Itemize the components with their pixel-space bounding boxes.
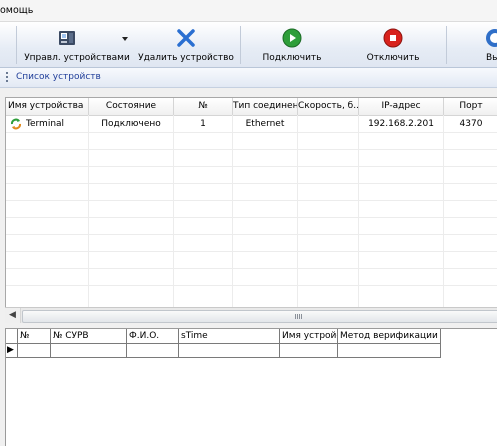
grid-divider [6, 183, 497, 184]
grid-divider [297, 115, 298, 308]
current-row-indicator[interactable]: ▶ [6, 344, 18, 358]
table-cell[interactable] [127, 344, 179, 358]
grid-divider [6, 200, 497, 201]
toolbar: Управл. устройствами Удалить устройство … [0, 22, 497, 68]
cell-device-name: Terminal [26, 119, 65, 129]
disconnect-label: Отключить [366, 53, 420, 63]
device-manager-icon [58, 28, 78, 48]
column-header-verification-method[interactable]: Метод верификации [338, 329, 441, 344]
column-header-number[interactable]: № [174, 98, 233, 116]
column-header-connection-type[interactable]: Тип соединен... [233, 98, 298, 116]
device-manager-button[interactable]: Управл. устройствами [18, 22, 136, 67]
delete-x-icon [176, 28, 196, 48]
column-header-surv-number[interactable]: № СУРВ [51, 329, 127, 344]
grid-divider [6, 234, 497, 235]
column-header-stime[interactable]: sTime [179, 329, 280, 344]
table-cell[interactable] [179, 344, 280, 358]
table-row[interactable]: Terminal Подключено 1 Ethernet 192.168.2… [6, 116, 497, 132]
toolbar-separator [240, 26, 241, 64]
grid-divider [6, 251, 497, 252]
exit-button[interactable]: Вы [478, 22, 497, 67]
column-header-full-name[interactable]: Ф.И.О. [127, 329, 179, 344]
disconnect-button[interactable]: Отключить [348, 22, 438, 67]
horizontal-scrollbar[interactable]: ◀ [5, 307, 497, 323]
grid-divider [6, 149, 497, 150]
connect-button[interactable]: Подключить [248, 22, 336, 67]
scrollbar-thumb[interactable] [22, 310, 497, 323]
column-header-device-name[interactable]: Имя устройства [6, 98, 89, 116]
device-manager-label: Управл. устройствами [24, 53, 130, 63]
device-list-title: Список устройств [16, 72, 101, 82]
grid-divider [88, 115, 89, 308]
grid-divider [6, 268, 497, 269]
table-cell[interactable] [280, 344, 338, 358]
delete-device-button[interactable]: Удалить устройство [136, 22, 236, 67]
play-green-icon [282, 28, 302, 48]
cell-speed [298, 116, 358, 132]
stop-red-icon [383, 28, 403, 48]
column-header-ip[interactable]: IP-адрес [359, 98, 444, 116]
cell-number: 1 [200, 119, 206, 129]
cell-port: 4370 [459, 119, 483, 129]
menu-bar: омощь [0, 0, 497, 22]
row-pointer-icon: ▶ [7, 345, 14, 355]
chevron-down-icon [122, 37, 128, 41]
device-list-header: Список устройств [0, 68, 497, 88]
delete-device-label: Удалить устройство [138, 53, 234, 63]
connect-label: Подключить [262, 53, 322, 63]
grid-divider [6, 132, 497, 133]
cell-ip: 192.168.2.201 [368, 119, 434, 129]
table-cell[interactable] [338, 344, 441, 358]
grid-corner [6, 329, 18, 344]
scroll-left-arrow-icon[interactable]: ◀ [5, 308, 21, 323]
drag-grip-icon[interactable] [6, 72, 8, 83]
column-header-port[interactable]: Порт [444, 98, 497, 116]
menu-help[interactable]: омощь [0, 5, 33, 16]
grid-divider [232, 115, 233, 308]
grid-divider [443, 115, 444, 308]
events-grid: № № СУРВ Ф.И.О. sTime Имя устройс Метод … [5, 328, 497, 446]
toolbar-separator [16, 26, 17, 64]
grid-divider [6, 166, 497, 167]
blue-round-icon [485, 28, 497, 48]
cell-connection-type: Ethernet [245, 119, 285, 129]
grid-divider [6, 285, 497, 286]
column-header-speed[interactable]: Скорость, б... [298, 98, 359, 116]
scrollbar-grip-icon [295, 314, 302, 319]
device-grid: Имя устройства Состояние № Тип соединен.… [5, 97, 497, 308]
grid-divider [173, 115, 174, 308]
terminal-connected-icon [10, 118, 22, 130]
column-header-status[interactable]: Состояние [89, 98, 174, 116]
device-manager-dropdown[interactable] [120, 22, 132, 67]
column-header-device-name[interactable]: Имя устройс [280, 329, 338, 344]
grid-divider [358, 115, 359, 308]
exit-label: Вы [486, 53, 497, 63]
column-header-number[interactable]: № [18, 329, 51, 344]
table-cell[interactable] [18, 344, 51, 358]
grid-divider [6, 217, 497, 218]
toolbar-separator [446, 26, 447, 64]
table-cell[interactable] [51, 344, 127, 358]
cell-status: Подключено [101, 119, 161, 129]
